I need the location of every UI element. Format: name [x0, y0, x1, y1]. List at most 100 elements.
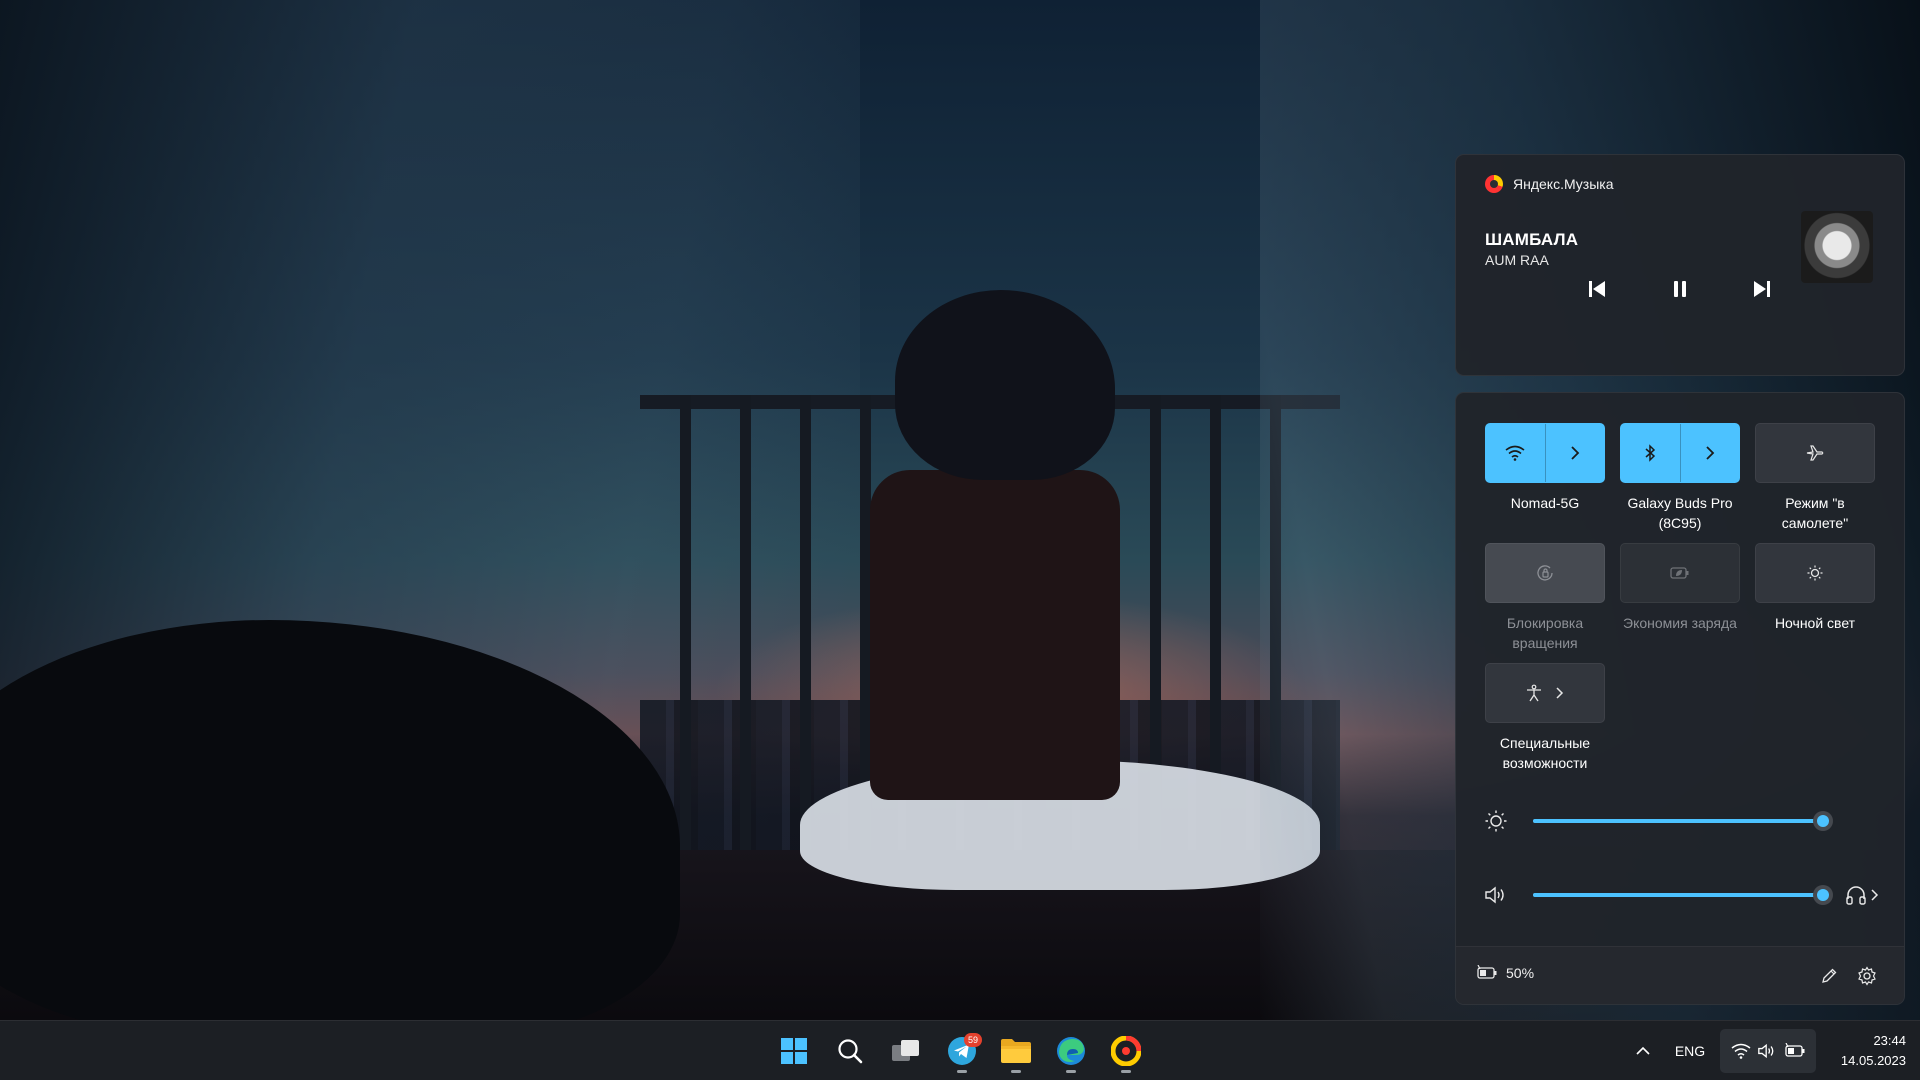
wallpaper-railing-bar	[740, 395, 751, 855]
track-title: ШАМБАЛА	[1485, 230, 1579, 249]
battery-saver-icon	[1670, 567, 1689, 579]
volume-slider[interactable]	[1533, 885, 1833, 905]
wifi-icon	[1731, 1043, 1750, 1059]
wifi-tile	[1485, 423, 1605, 483]
edge-browser-icon	[1057, 1037, 1085, 1065]
clock-date: 14.05.2023	[1840, 1053, 1906, 1068]
volume-slider-thumb[interactable]	[1813, 885, 1833, 905]
rotation-lock-tile[interactable]	[1485, 543, 1605, 603]
bluetooth-icon	[1645, 444, 1656, 462]
brightness-slider[interactable]	[1533, 811, 1833, 831]
media-flyout: Яндекс.Музыка ШАМБАЛА AUM RAA	[1455, 154, 1905, 376]
next-track-button[interactable]	[1742, 269, 1782, 309]
telegram-unread-badge: 59	[964, 1033, 982, 1047]
media-app-header[interactable]: Яндекс.Музыка	[1485, 175, 1614, 193]
night-light-tile[interactable]	[1755, 543, 1875, 603]
battery-saver-tile-label: Экономия заряда	[1623, 615, 1737, 631]
clock-time: 23:44	[1873, 1033, 1906, 1048]
taskbar: 59 ENG 23:44 14.05.2023	[0, 1020, 1920, 1080]
accessibility-tile-label: Специальные возможности	[1499, 735, 1591, 771]
wifi-toggle[interactable]	[1486, 424, 1546, 482]
wallpaper-railing-bar	[800, 395, 811, 855]
tile-row: Блокировка вращения Экономия заряда Ночн…	[1485, 543, 1885, 658]
skip-previous-icon	[1589, 281, 1605, 297]
speaker-icon	[1485, 886, 1504, 904]
night-light-icon	[1807, 565, 1823, 581]
bluetooth-expand-button[interactable]	[1681, 424, 1740, 482]
wifi-icon	[1505, 445, 1525, 461]
telegram-app[interactable]: 59	[938, 1027, 986, 1075]
battery-charging-icon	[1784, 1043, 1804, 1057]
folder-icon	[1001, 1039, 1031, 1063]
search-button[interactable]	[826, 1027, 874, 1075]
tile-row: Nomad-5G Galaxy Buds Pro (8C95) Режим "в…	[1485, 423, 1885, 538]
battery-saver-tile[interactable]	[1620, 543, 1740, 603]
speaker-icon	[1758, 1043, 1774, 1059]
yandex-music-app[interactable]	[1102, 1027, 1150, 1075]
bluetooth-toggle[interactable]	[1621, 424, 1681, 482]
start-button[interactable]	[770, 1027, 818, 1075]
task-view-button[interactable]	[882, 1027, 930, 1075]
file-explorer-app[interactable]	[992, 1027, 1040, 1075]
airplane-mode-tile-label: Режим "в самолете"	[1781, 495, 1849, 531]
rotation-lock-tile-label: Блокировка вращения	[1506, 615, 1584, 651]
wifi-tile-label: Nomad-5G	[1510, 495, 1580, 511]
accessibility-tile[interactable]	[1485, 663, 1605, 723]
brightness-slider-row	[1456, 801, 1904, 841]
running-indicator	[1066, 1070, 1076, 1073]
track-artist: AUM RAA	[1485, 252, 1549, 268]
tile-row: Специальные возможности	[1485, 663, 1885, 778]
yandex-music-icon	[1485, 175, 1503, 193]
show-hidden-icons-button[interactable]	[1628, 1037, 1658, 1065]
running-indicator	[1121, 1070, 1131, 1073]
bluetooth-tile	[1620, 423, 1740, 483]
sun-icon	[1485, 810, 1507, 832]
wifi-expand-button[interactable]	[1546, 424, 1605, 482]
media-app-name: Яндекс.Музыка	[1513, 176, 1614, 192]
chevron-right-icon	[1556, 687, 1564, 699]
battery-status[interactable]: 50%	[1476, 965, 1534, 981]
chevron-right-icon	[1571, 446, 1580, 460]
previous-track-button[interactable]	[1577, 269, 1617, 309]
edit-quick-settings-button[interactable]	[1814, 961, 1844, 991]
pencil-icon	[1822, 968, 1837, 983]
wallpaper-figure-body	[870, 470, 1120, 800]
airplane-mode-tile[interactable]	[1755, 423, 1875, 483]
quick-settings-footer: 50%	[1456, 946, 1904, 1004]
wallpaper-figure-head	[895, 290, 1115, 480]
quick-settings-flyout: Nomad-5G Galaxy Buds Pro (8C95) Режим "в…	[1455, 392, 1905, 1005]
pause-button[interactable]	[1660, 269, 1700, 309]
windows-logo-icon	[781, 1038, 807, 1064]
clock[interactable]: 23:44 14.05.2023	[1820, 1031, 1916, 1071]
volume-mute-button[interactable]	[1484, 883, 1508, 907]
airplane-icon	[1806, 445, 1824, 461]
skip-next-icon	[1754, 281, 1770, 297]
brightness-icon	[1484, 809, 1508, 833]
chevron-right-icon	[1871, 889, 1879, 901]
settings-button[interactable]	[1852, 961, 1882, 991]
battery-percent: 50%	[1506, 965, 1535, 981]
quick-settings-tray-button[interactable]	[1720, 1029, 1816, 1073]
audio-output-button[interactable]	[1845, 883, 1881, 907]
bluetooth-tile-label: Galaxy Buds Pro (8C95)	[1627, 495, 1733, 531]
yandex-music-icon	[1111, 1036, 1141, 1066]
accessibility-icon	[1527, 684, 1541, 702]
night-light-tile-label: Ночной свет	[1774, 615, 1856, 631]
edge-app[interactable]	[1047, 1027, 1095, 1075]
running-indicator	[1011, 1070, 1021, 1073]
battery-charging-icon	[1477, 965, 1497, 979]
brightness-slider-fill	[1533, 819, 1823, 823]
input-language-indicator[interactable]: ENG	[1664, 1033, 1716, 1069]
headphones-icon	[1846, 886, 1866, 905]
rotation-lock-icon	[1537, 565, 1553, 581]
volume-slider-fill	[1533, 893, 1823, 897]
chevron-up-icon	[1636, 1046, 1650, 1055]
search-icon	[838, 1039, 863, 1064]
running-indicator	[957, 1070, 967, 1073]
pause-icon	[1674, 281, 1686, 297]
task-view-icon	[892, 1040, 919, 1061]
volume-slider-row	[1456, 875, 1904, 915]
brightness-slider-thumb[interactable]	[1813, 811, 1833, 831]
media-controls	[1456, 269, 1906, 309]
gear-icon	[1858, 966, 1876, 986]
